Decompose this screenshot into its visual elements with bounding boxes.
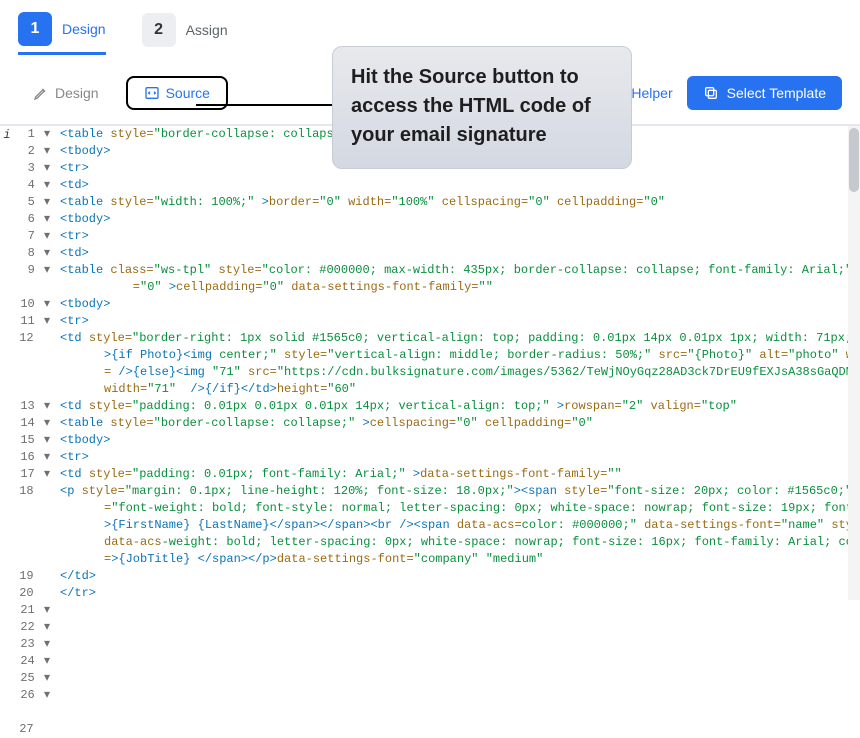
pencil-icon bbox=[33, 85, 49, 101]
design-view-label: Design bbox=[55, 85, 99, 101]
code-icon bbox=[144, 85, 160, 101]
callout-tooltip: Hit the Source button to access the HTML… bbox=[332, 46, 632, 169]
step-design[interactable]: 1 Design bbox=[18, 6, 106, 55]
code-editor[interactable]: i 1 ▾2 ▾3 ▾4 ▾5 ▾6 ▾7 ▾8 ▾9 ▾ 10 ▾11 ▾12… bbox=[0, 125, 860, 600]
design-view-button[interactable]: Design bbox=[18, 77, 114, 109]
scrollbar-thumb[interactable] bbox=[849, 128, 859, 192]
line-gutter: 1 ▾2 ▾3 ▾4 ▾5 ▾6 ▾7 ▾8 ▾9 ▾ 10 ▾11 ▾12 1… bbox=[14, 126, 52, 600]
gutter-info-icon: i bbox=[0, 126, 14, 600]
select-template-label: Select Template bbox=[727, 85, 826, 101]
step-assign-label: Assign bbox=[186, 22, 228, 38]
step-assign[interactable]: 2 Assign bbox=[142, 7, 228, 53]
scrollbar[interactable] bbox=[848, 126, 860, 600]
source-view-label: Source bbox=[166, 85, 210, 101]
select-template-button[interactable]: Select Template bbox=[687, 76, 842, 110]
step-design-label: Design bbox=[62, 21, 106, 37]
step-design-num: 1 bbox=[18, 12, 52, 46]
step-assign-num: 2 bbox=[142, 13, 176, 47]
code-content[interactable]: <table style="border-collapse: collapse;… bbox=[52, 126, 860, 600]
callout-connector bbox=[196, 104, 332, 106]
copy-icon bbox=[703, 85, 719, 101]
